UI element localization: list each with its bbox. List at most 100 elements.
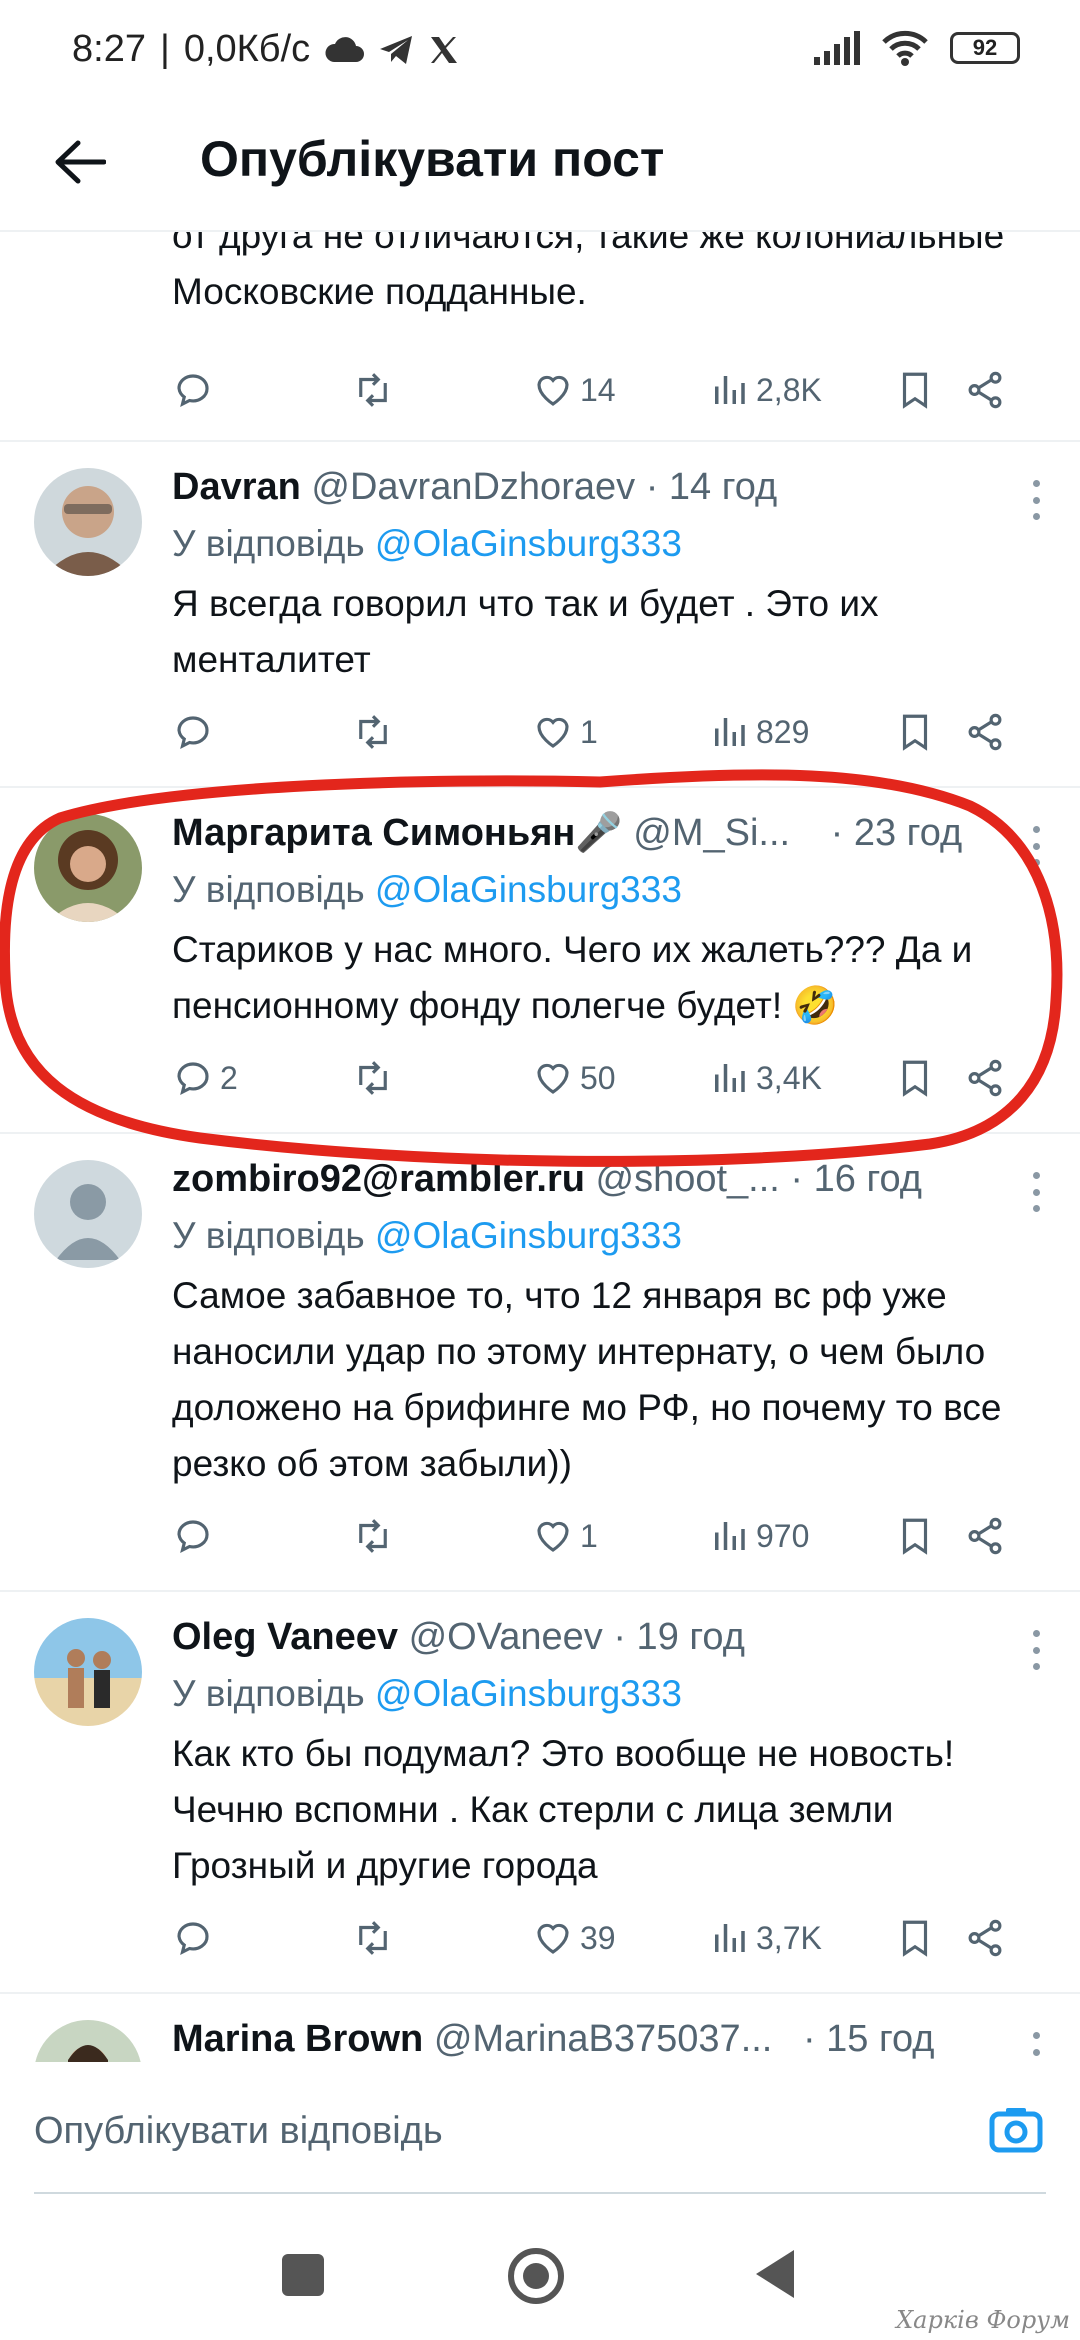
system-back-button[interactable]: [756, 2250, 794, 2298]
more-options-button[interactable]: [1026, 470, 1046, 530]
user-handle[interactable]: @DavranDzhoraev: [311, 466, 635, 508]
mention-link[interactable]: @OlaGinsburg333: [375, 869, 682, 910]
battery-indicator: 92: [950, 32, 1020, 64]
timestamp[interactable]: · 14 год: [646, 466, 778, 508]
display-name[interactable]: Marina Brown: [172, 2018, 423, 2060]
retweet-icon: [359, 1519, 387, 1553]
views-button[interactable]: 3,4K: [708, 1057, 894, 1099]
reply-button[interactable]: 2: [172, 1057, 352, 1099]
tweet-text: Стариков у нас много. Чего их жалеть??? …: [172, 929, 973, 1026]
share-button[interactable]: [964, 1515, 1006, 1557]
tweet-actions: 39 3,7K: [172, 1910, 1050, 1966]
display-name[interactable]: Davran: [172, 466, 301, 508]
tweet-actions: 1 829: [172, 704, 1050, 760]
mention-link[interactable]: @OlaGinsburg333: [375, 1215, 682, 1256]
bookmark-button[interactable]: [894, 1917, 964, 1959]
avatar[interactable]: [34, 1618, 142, 1726]
timestamp[interactable]: · 19 год: [613, 1616, 745, 1658]
tweet[interactable]: zombiro92@rambler.ru @shoot_... · 16 год…: [0, 1134, 1080, 1592]
mention-link[interactable]: @OlaGinsburg333: [375, 523, 682, 564]
reply-context: У відповідь @OlaGinsburg333: [172, 520, 1020, 568]
comment-icon: [177, 1922, 209, 1955]
bookmark-button[interactable]: [894, 1515, 964, 1557]
top-app-bar: Опублікувати пост: [0, 100, 1080, 232]
tweet-partial[interactable]: от друга не отличаются, такие же колониа…: [0, 232, 1080, 442]
more-options-button[interactable]: [1026, 816, 1046, 876]
display-name[interactable]: Маргарита Симоньян🎤: [172, 812, 623, 854]
like-button[interactable]: 39: [532, 1917, 708, 1959]
like-button[interactable]: 14: [532, 369, 708, 411]
user-handle[interactable]: @M_Si...: [633, 812, 790, 854]
views-button[interactable]: 829: [708, 711, 894, 753]
status-right: 92: [812, 30, 1020, 66]
tweet[interactable]: Davran @DavranDzhoraev · 14 год У відпов…: [0, 442, 1080, 788]
tweet-text: Как кто бы подумал? Это вообще не новост…: [172, 1733, 955, 1886]
share-button[interactable]: [964, 1057, 1006, 1099]
more-options-button[interactable]: [1026, 1162, 1046, 1222]
reply-context: У відповідь @OlaGinsburg333: [172, 866, 1020, 914]
camera-icon[interactable]: [986, 2100, 1046, 2160]
reply-prefix: У відповідь: [172, 523, 365, 564]
share-button[interactable]: [964, 1917, 1006, 1959]
reply-button[interactable]: [172, 1917, 352, 1959]
views-chart-icon: [715, 1064, 745, 1092]
like-button[interactable]: 50: [532, 1057, 708, 1099]
tweet[interactable]: Marina Brown @MarinaB375037... · 15 год: [0, 1994, 1080, 2062]
tweet[interactable]: Маргарита Симоньян🎤 @M_Si... · 23 год У …: [0, 788, 1080, 1134]
timestamp[interactable]: · 23 год: [831, 812, 963, 854]
display-name[interactable]: Oleg Vaneev: [172, 1616, 398, 1658]
timestamp[interactable]: · 15 год: [803, 2018, 935, 2060]
recents-button[interactable]: [282, 2254, 324, 2296]
view-count: 3,7K: [756, 1919, 822, 1956]
like-count: 1: [580, 1517, 598, 1554]
bookmark-button[interactable]: [894, 369, 964, 411]
clock: 8:27: [72, 28, 146, 70]
like-button[interactable]: 1: [532, 1515, 708, 1557]
views-button[interactable]: 970: [708, 1515, 894, 1557]
avatar-oleg: [34, 1618, 142, 1726]
tweet-header: Oleg Vaneev @OVaneev · 19 год: [172, 1612, 1020, 1662]
heart-icon: [537, 1521, 569, 1552]
bookmark-button[interactable]: [894, 1057, 964, 1099]
retweet-button[interactable]: [352, 1515, 532, 1557]
user-handle[interactable]: @OVaneev: [409, 1616, 603, 1658]
avatar[interactable]: [34, 2020, 142, 2062]
home-button[interactable]: [508, 2248, 564, 2304]
bookmark-icon: [902, 714, 928, 751]
bookmark-icon: [902, 1518, 928, 1555]
reply-prefix: У відповідь: [172, 1215, 365, 1256]
share-button[interactable]: [964, 369, 1006, 411]
user-handle[interactable]: @MarinaB375037...: [434, 2018, 773, 2060]
like-button[interactable]: 1: [532, 711, 708, 753]
bookmark-button[interactable]: [894, 711, 964, 753]
reply-button[interactable]: [172, 369, 352, 411]
share-icon: [968, 713, 1002, 751]
reply-prefix: У відповідь: [172, 869, 365, 910]
retweet-button[interactable]: [352, 711, 532, 753]
reply-feed[interactable]: от друга не отличаются, такие же колониа…: [0, 232, 1080, 2062]
status-left: 8:27 | 0,0Кб/с: [72, 28, 460, 71]
avatar[interactable]: [34, 1160, 142, 1268]
more-options-button[interactable]: [1026, 1620, 1046, 1680]
tweet[interactable]: Oleg Vaneev @OVaneev · 19 год У відповід…: [0, 1592, 1080, 1994]
views-button[interactable]: 3,7K: [708, 1917, 894, 1959]
status-bar: 8:27 | 0,0Кб/с 92: [0, 0, 1080, 100]
timestamp[interactable]: · 16 год: [790, 1158, 922, 1200]
tweet-text: Я всегда говорил что так и будет . Это и…: [172, 583, 879, 680]
more-options-button[interactable]: [1026, 2022, 1046, 2062]
signal-icon: [814, 31, 860, 65]
back-button[interactable]: [44, 126, 116, 198]
reply-button[interactable]: [172, 711, 352, 753]
reply-input[interactable]: Опублікувати відповідь: [34, 2110, 443, 2153]
user-handle[interactable]: @shoot_...: [596, 1158, 780, 1200]
reply-button[interactable]: [172, 1515, 352, 1557]
views-button[interactable]: 2,8K: [708, 369, 894, 411]
avatar[interactable]: [34, 814, 142, 922]
retweet-button[interactable]: [352, 1917, 532, 1959]
share-button[interactable]: [964, 711, 1006, 753]
avatar[interactable]: [34, 468, 142, 576]
retweet-button[interactable]: [352, 369, 532, 411]
mention-link[interactable]: @OlaGinsburg333: [375, 1673, 682, 1714]
display-name[interactable]: zombiro92@rambler.ru: [172, 1158, 585, 1200]
retweet-button[interactable]: [352, 1057, 532, 1099]
